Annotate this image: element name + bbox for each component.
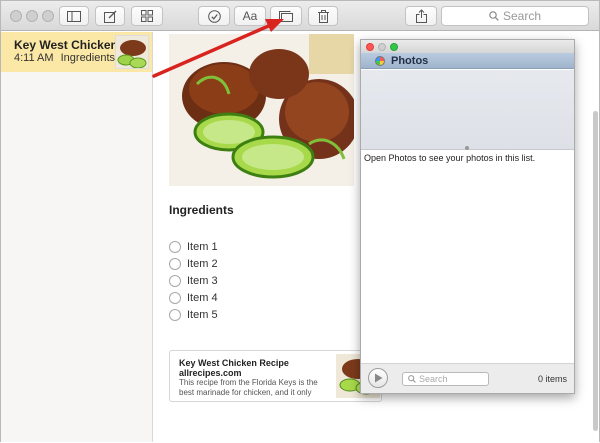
photos-tab-label: Photos — [391, 55, 429, 67]
minimize-window-button[interactable] — [26, 10, 38, 22]
photos-panel-footer: Search 0 items — [361, 363, 574, 393]
photos-item-count: 0 items — [538, 374, 568, 384]
grid-icon — [141, 10, 153, 22]
note-title: Key West Chicken — [14, 38, 118, 52]
checkmark-circle-icon — [207, 9, 221, 23]
compose-icon — [103, 10, 116, 23]
search-icon — [408, 375, 416, 383]
link-domain: allrecipes.com — [179, 368, 242, 378]
checklist-item[interactable]: Item 5 — [169, 308, 218, 322]
checklist-item-label: Item 3 — [187, 275, 218, 287]
link-preview-card[interactable]: Key West Chicken Recipe allrecipes.com T… — [169, 350, 382, 402]
share-button[interactable] — [405, 6, 437, 26]
chicken-photo[interactable] — [169, 34, 354, 186]
checklist-button[interactable] — [198, 6, 230, 26]
photos-app-icon — [375, 56, 385, 66]
search-field[interactable]: Search — [441, 6, 589, 26]
new-note-button[interactable] — [95, 6, 125, 26]
checkbox[interactable] — [169, 258, 181, 270]
checkbox[interactable] — [169, 241, 181, 253]
checkbox[interactable] — [169, 309, 181, 321]
zoom-window-button[interactable] — [42, 10, 54, 22]
photos-source-tab[interactable]: Photos — [361, 53, 574, 69]
attachments-browser-button[interactable] — [131, 6, 163, 26]
checkbox[interactable] — [169, 292, 181, 304]
photos-search-placeholder: Search — [419, 374, 448, 384]
close-window-button[interactable] — [10, 10, 22, 22]
photos-panel-titlebar[interactable] — [361, 40, 574, 53]
play-icon — [374, 373, 382, 383]
photos-browser-button[interactable] — [270, 6, 302, 26]
ingredients-heading: Ingredients — [169, 203, 234, 217]
note-thumbnail — [115, 35, 149, 69]
checklist-item-label: Item 1 — [187, 241, 218, 253]
photo-browser-icon — [279, 10, 293, 22]
checklist-item[interactable]: Item 3 — [169, 274, 218, 288]
checklist-item[interactable]: Item 2 — [169, 257, 218, 271]
photos-search-field[interactable]: Search — [402, 372, 489, 386]
note-preview: Ingredients — [60, 52, 116, 64]
photos-album-area — [361, 70, 574, 150]
delete-button[interactable] — [308, 6, 338, 26]
checklist-item[interactable]: Item 4 — [169, 291, 218, 305]
sidebar-icon — [67, 10, 81, 22]
panel-zoom-button[interactable] — [390, 43, 398, 51]
note-list-item[interactable]: Key West Chicken 4:11 AM Ingredients — [1, 32, 152, 72]
editor-scrollbar[interactable] — [593, 111, 598, 431]
note-subtitle: 4:11 AM Ingredients — [14, 52, 115, 64]
photos-panel: Photos Open Photos to see your photos in… — [360, 39, 575, 394]
format-label: Aa — [242, 9, 258, 23]
photos-empty-message: Open Photos to see your photos in this l… — [364, 153, 536, 163]
checklist-item[interactable]: Item 1 — [169, 240, 218, 254]
note-time: 4:11 AM — [14, 52, 54, 64]
checklist-item-label: Item 4 — [187, 292, 218, 304]
search-placeholder: Search — [502, 9, 542, 23]
search-icon — [489, 11, 499, 21]
notes-window: Aa Search Key West Chicken 4:11 AM Ingre… — [0, 0, 600, 442]
panel-minimize-button[interactable] — [378, 43, 386, 51]
toolbar: Aa Search — [1, 1, 599, 31]
checklist-item-label: Item 5 — [187, 309, 218, 321]
share-icon — [415, 9, 427, 23]
split-handle[interactable] — [465, 146, 469, 150]
link-description: This recipe from the Florida Keys is the… — [179, 378, 318, 397]
play-slideshow-button[interactable] — [368, 368, 388, 388]
notes-list: Key West Chicken 4:11 AM Ingredients — [1, 32, 153, 442]
toggle-sidebar-button[interactable] — [59, 6, 89, 26]
trash-icon — [317, 9, 329, 23]
checkbox[interactable] — [169, 275, 181, 287]
link-title: Key West Chicken Recipe — [179, 358, 289, 368]
checklist-item-label: Item 2 — [187, 258, 218, 270]
panel-close-button[interactable] — [366, 43, 374, 51]
format-button[interactable]: Aa — [234, 6, 266, 26]
